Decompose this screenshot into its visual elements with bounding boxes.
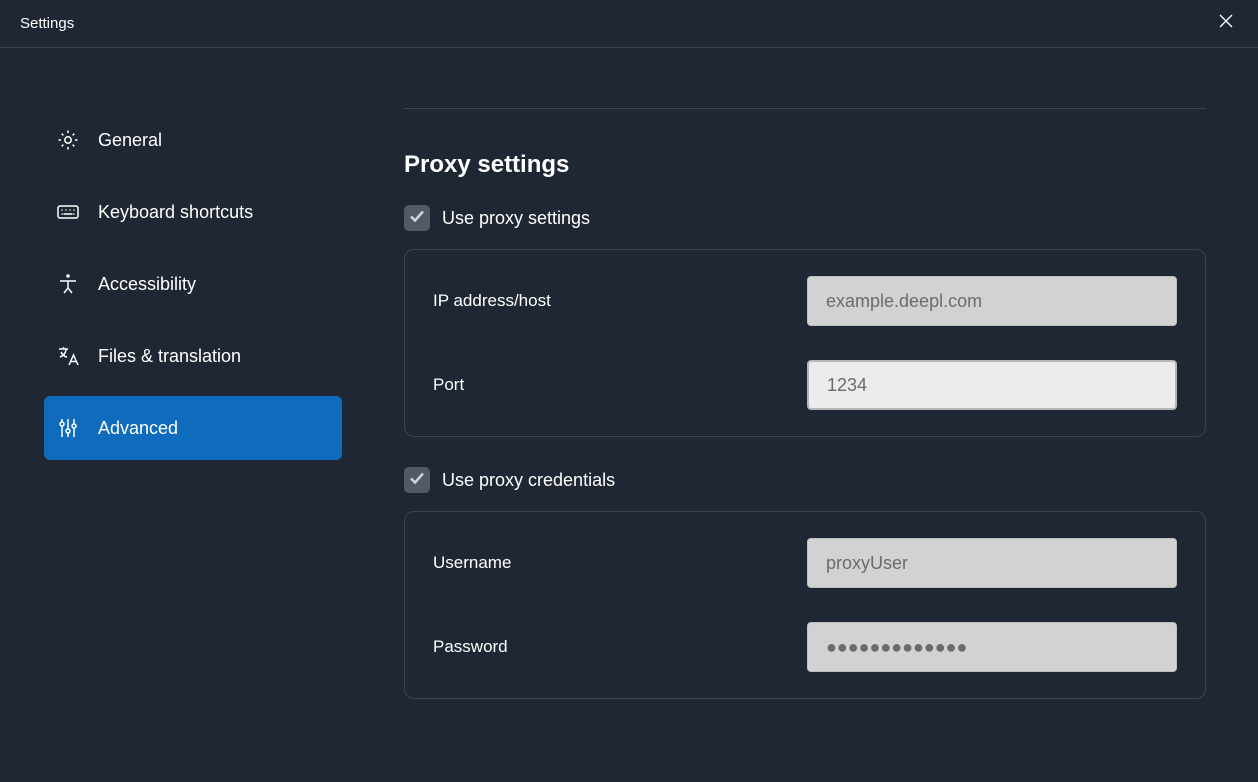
password-input[interactable] [807, 622, 1177, 672]
field-label: Port [433, 375, 464, 395]
accessibility-icon [56, 272, 80, 296]
username-input[interactable] [807, 538, 1177, 588]
field-row-port: Port [433, 360, 1177, 410]
checkbox-box [404, 467, 430, 493]
field-row-username: Username [433, 538, 1177, 588]
checkbox-label: Use proxy credentials [442, 470, 615, 491]
sidebar-item-general[interactable]: General [44, 108, 342, 172]
sidebar-item-accessibility[interactable]: Accessibility [44, 252, 342, 316]
sidebar-item-label: Accessibility [98, 274, 196, 295]
field-label: Password [433, 637, 508, 657]
field-label: IP address/host [433, 291, 551, 311]
sidebar-item-label: Keyboard shortcuts [98, 202, 253, 223]
proxy-credentials-group: Username Password [404, 511, 1206, 699]
sidebar-item-label: General [98, 130, 162, 151]
sidebar-item-label: Advanced [98, 418, 178, 439]
check-icon [408, 469, 426, 492]
sliders-icon [56, 416, 80, 440]
sidebar-item-keyboard-shortcuts[interactable]: Keyboard shortcuts [44, 180, 342, 244]
main-content: Proxy settings Use proxy settings IP add… [360, 48, 1258, 782]
checkbox-box [404, 205, 430, 231]
gear-icon [56, 128, 80, 152]
translate-icon [56, 344, 80, 368]
titlebar: Settings [0, 0, 1258, 48]
close-button[interactable] [1210, 8, 1242, 40]
window-title: Settings [20, 15, 74, 32]
keyboard-icon [56, 200, 80, 224]
section-title: Proxy settings [404, 151, 1206, 179]
field-row-password: Password [433, 622, 1177, 672]
sidebar: General Keyboard shortcuts Accessibility… [0, 48, 360, 782]
field-label: Username [433, 553, 511, 573]
ip-host-input[interactable] [807, 276, 1177, 326]
use-proxy-credentials-checkbox[interactable]: Use proxy credentials [404, 467, 1206, 493]
sidebar-item-files-translation[interactable]: Files & translation [44, 324, 342, 388]
port-input[interactable] [807, 360, 1177, 410]
field-row-ip-host: IP address/host [433, 276, 1177, 326]
check-icon [408, 207, 426, 230]
checkbox-label: Use proxy settings [442, 208, 590, 229]
divider [404, 108, 1206, 109]
use-proxy-settings-checkbox[interactable]: Use proxy settings [404, 205, 1206, 231]
sidebar-item-advanced[interactable]: Advanced [44, 396, 342, 460]
proxy-settings-group: IP address/host Port [404, 249, 1206, 437]
close-icon [1219, 14, 1233, 33]
sidebar-item-label: Files & translation [98, 346, 241, 367]
